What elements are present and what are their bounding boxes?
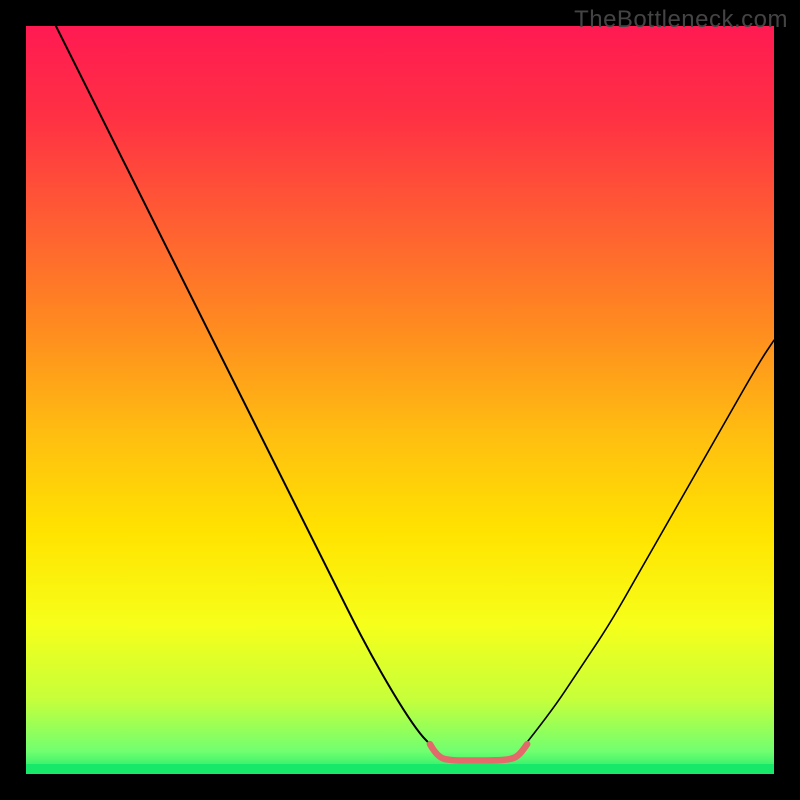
bottom-stripe <box>26 764 774 774</box>
chart-frame: TheBottleneck.com <box>0 0 800 800</box>
plot-svg <box>26 26 774 774</box>
watermark-text: TheBottleneck.com <box>574 6 788 34</box>
gradient-background <box>26 26 774 774</box>
plot-area <box>26 26 774 774</box>
